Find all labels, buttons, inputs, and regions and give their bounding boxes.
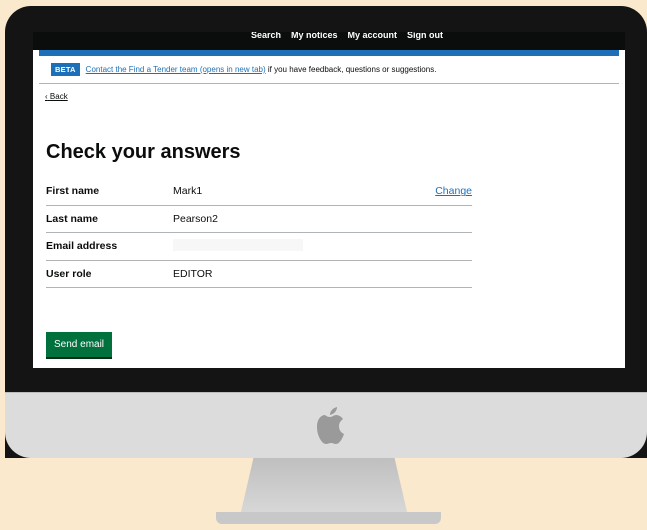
nav-my-notices[interactable]: My notices	[291, 32, 338, 40]
feedback-link[interactable]: Contact the Find a Tender team (opens in…	[86, 65, 266, 74]
redacted-email	[173, 238, 303, 251]
summary-value: EDITOR	[173, 267, 213, 280]
chevron-left-icon: ‹	[45, 92, 48, 101]
apple-logo-icon	[317, 407, 344, 444]
beta-tag: BETA	[51, 63, 80, 76]
summary-row-last-name: Last name Pearson2	[46, 206, 472, 233]
top-navigation: Search My notices My account Sign out	[33, 32, 625, 50]
back-link[interactable]: ‹ Back	[45, 92, 625, 101]
change-first-name-link[interactable]: Change	[435, 185, 472, 197]
nav-my-account[interactable]: My account	[347, 32, 397, 40]
summary-key: First name	[46, 185, 100, 198]
summary-value: Mark1	[173, 185, 203, 198]
phase-banner: BETA Contact the Find a Tender team (ope…	[39, 56, 619, 84]
back-link-label: Back	[49, 92, 68, 101]
feedback-suffix: if you have feedback, questions or sugge…	[265, 65, 437, 74]
monitor-stand-base	[216, 512, 441, 524]
summary-key: Email address	[46, 240, 118, 253]
summary-value-redacted	[173, 238, 472, 254]
nav-sign-out[interactable]: Sign out	[407, 32, 443, 40]
browser-screen: Search My notices My account Sign out BE…	[33, 32, 625, 368]
summary-row-user-role: User role EDITOR	[46, 261, 472, 288]
summary-row-email: Email address	[46, 233, 472, 261]
summary-key: User role	[46, 267, 92, 280]
nav-search[interactable]: Search	[251, 32, 281, 40]
summary-row-first-name: First name Mark1 Change	[46, 178, 472, 206]
phase-banner-text: Contact the Find a Tender team (opens in…	[86, 65, 437, 74]
page-title: Check your answers	[46, 141, 241, 163]
summary-key: Last name	[46, 212, 98, 225]
send-email-button[interactable]: Send email	[46, 332, 113, 357]
monitor-stand-neck	[240, 458, 408, 516]
summary-list: First name Mark1 Change Last name Pearso…	[46, 178, 472, 288]
summary-value: Pearson2	[173, 212, 218, 225]
